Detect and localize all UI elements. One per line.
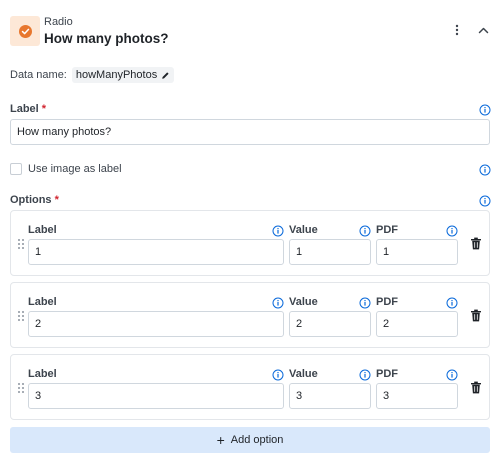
option-value-input[interactable]: 3	[289, 383, 371, 409]
plus-icon: +	[216, 432, 225, 448]
check-icon	[21, 28, 29, 34]
data-name-value: howManyPhotos	[75, 69, 158, 81]
option-pdf-heading: PDF	[376, 224, 398, 236]
option-label-heading: Label	[28, 224, 57, 236]
info-icon[interactable]	[446, 296, 458, 309]
trash-icon[interactable]	[470, 237, 482, 251]
chevron-up-icon[interactable]	[473, 20, 493, 40]
required-mark: *	[41, 103, 47, 115]
label-input[interactable]: How many photos?	[10, 119, 490, 145]
info-icon[interactable]	[446, 224, 458, 237]
info-icon[interactable]	[359, 224, 371, 237]
info-icon[interactable]	[359, 296, 371, 309]
option-pdf-heading: PDF	[376, 296, 398, 308]
pencil-icon[interactable]	[161, 71, 170, 80]
data-name-chip[interactable]: howManyPhotos	[71, 67, 175, 83]
options-heading: Options *	[10, 194, 59, 206]
option-label-input[interactable]: 3	[28, 383, 284, 409]
info-icon[interactable]	[479, 104, 491, 116]
data-name-label: Data name:	[10, 69, 67, 81]
option-value-heading: Value	[289, 368, 318, 380]
info-icon[interactable]	[479, 164, 491, 176]
option-value-heading: Value	[289, 224, 318, 236]
option-label-heading: Label	[28, 368, 57, 380]
trash-icon[interactable]	[470, 381, 482, 395]
drag-handle-icon[interactable]	[17, 310, 25, 322]
kebab-menu-icon[interactable]	[447, 20, 467, 40]
option-label-input[interactable]: 1	[28, 239, 284, 265]
option-pdf-input[interactable]: 3	[376, 383, 458, 409]
drag-handle-icon[interactable]	[17, 382, 25, 394]
option-label-input[interactable]: 2	[28, 311, 284, 337]
use-image-label: Use image as label	[28, 163, 122, 175]
info-icon[interactable]	[479, 195, 491, 207]
option-pdf-input[interactable]: 2	[376, 311, 458, 337]
option-value-input[interactable]: 1	[289, 239, 371, 265]
option-value-input[interactable]: 2	[289, 311, 371, 337]
trash-icon[interactable]	[470, 309, 482, 323]
label-field-heading: Label *	[10, 103, 46, 115]
radio-type-icon	[10, 16, 40, 46]
field-type-label: Radio	[44, 16, 73, 28]
info-icon[interactable]	[272, 296, 284, 309]
use-image-as-label-row[interactable]: Use image as label	[10, 162, 122, 176]
option-label-heading: Label	[28, 296, 57, 308]
add-option-button[interactable]: + Add option	[10, 427, 490, 453]
info-icon[interactable]	[272, 368, 284, 381]
field-title: How many photos?	[44, 31, 169, 46]
info-icon[interactable]	[359, 368, 371, 381]
label-field-heading-text: Label	[10, 103, 39, 115]
data-name-row: Data name: howManyPhotos	[10, 66, 175, 84]
option-row: Label Value PDF 2 2 2	[10, 282, 490, 348]
required-mark: *	[54, 194, 59, 206]
option-value-heading: Value	[289, 296, 318, 308]
info-icon[interactable]	[446, 368, 458, 381]
use-image-checkbox[interactable]	[10, 163, 22, 175]
option-pdf-input[interactable]: 1	[376, 239, 458, 265]
info-icon[interactable]	[272, 224, 284, 237]
options-heading-text: Options	[10, 194, 52, 206]
drag-handle-icon[interactable]	[17, 238, 25, 250]
field-header: Radio How many photos?	[10, 10, 490, 50]
option-row: Label Value PDF 3 3 3	[10, 354, 490, 420]
add-option-label: Add option	[230, 434, 284, 446]
option-pdf-heading: PDF	[376, 368, 398, 380]
option-row: Label Value PDF 1 1 1	[10, 210, 490, 276]
